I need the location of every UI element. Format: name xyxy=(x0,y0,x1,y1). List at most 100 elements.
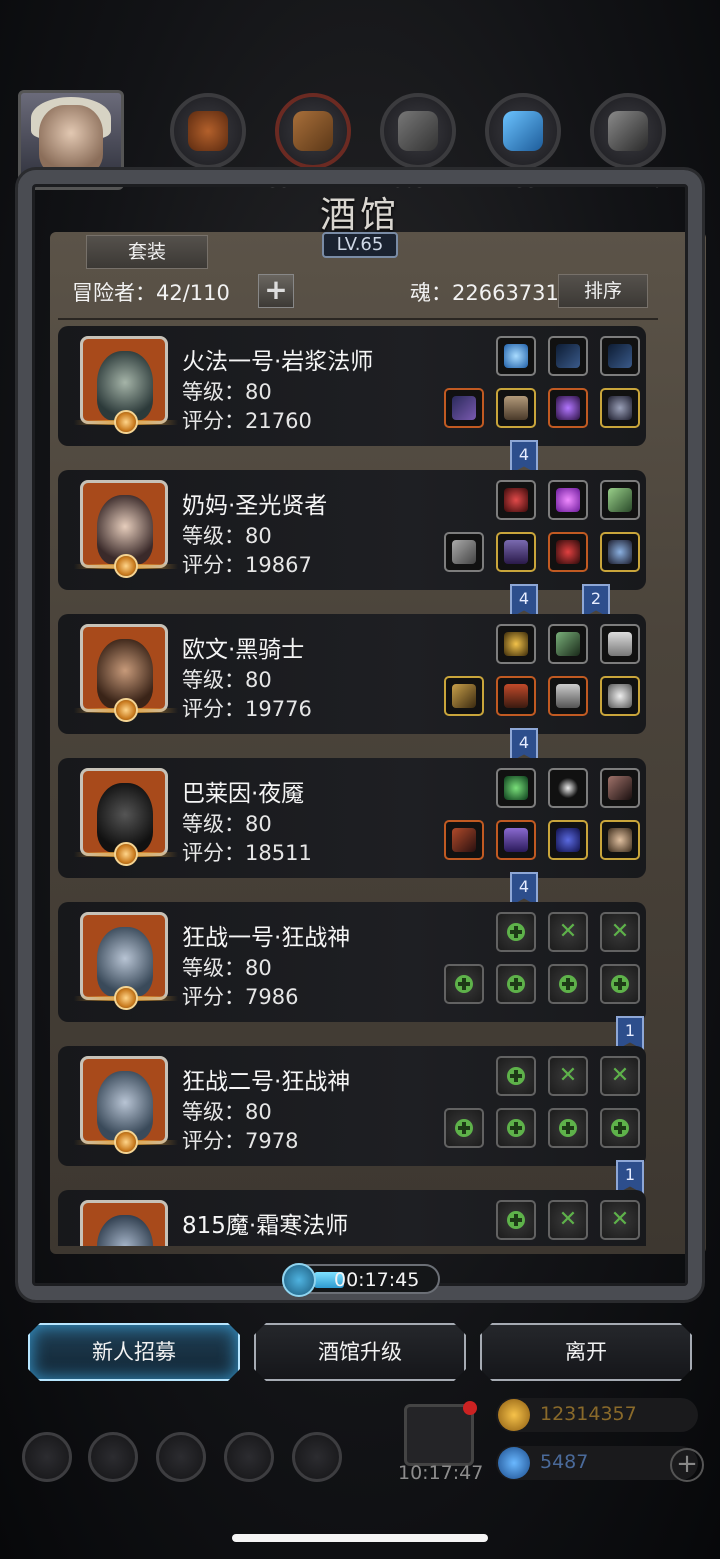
add-icon xyxy=(559,1119,577,1137)
empty-skill-slot[interactable]: ✕ xyxy=(600,912,640,952)
castle-icon[interactable] xyxy=(156,1432,206,1482)
add-icon: ✕ xyxy=(610,1207,630,1232)
crescent-skill-icon[interactable] xyxy=(548,768,588,808)
necklace-equip-icon[interactable] xyxy=(600,388,640,428)
recruit-timer: 00:17:45 xyxy=(282,1263,440,1297)
amulet-equip-icon[interactable] xyxy=(548,532,588,572)
empty-skill-slot[interactable] xyxy=(496,912,536,952)
mail-icon[interactable] xyxy=(224,1432,274,1482)
empty-skill-slot[interactable]: ✕ xyxy=(548,1200,588,1240)
necklace-equip-icon[interactable] xyxy=(600,532,640,572)
gift-icon[interactable] xyxy=(404,1401,477,1466)
empty-skill-slot[interactable] xyxy=(496,1200,536,1240)
hero-card[interactable]: 815魔·霜寒法师 ✕ ✕ xyxy=(58,1190,646,1246)
armor-equip-icon[interactable] xyxy=(496,820,536,860)
avatar-face xyxy=(39,105,103,175)
hero-level: 等级：80 xyxy=(182,380,272,404)
empty-accessory-slot[interactable] xyxy=(548,964,588,1004)
hero-card[interactable]: 狂战二号·狂战神 等级：80 评分：7978 ✕ ✕ xyxy=(58,1046,646,1166)
empty-skill-slot[interactable]: ✕ xyxy=(600,1056,640,1096)
helmet-equip-icon[interactable] xyxy=(548,676,588,716)
add-icon: ✕ xyxy=(558,919,578,944)
hero-card[interactable]: 狂战一号·狂战神 等级：80 评分：7986 ✕ ✕ xyxy=(58,902,646,1022)
add-slot-button[interactable]: + xyxy=(258,274,294,308)
gem-currency: 5487 xyxy=(496,1446,698,1480)
rune-skill-icon[interactable] xyxy=(496,768,536,808)
hero-card[interactable]: 巴莱因·夜魇 等级：80 评分：18511 xyxy=(58,758,646,878)
shield-icon[interactable] xyxy=(292,1432,342,1482)
timer-text: 00:17:45 xyxy=(334,1269,420,1291)
hero-list[interactable]: 火法一号·岩浆法师 等级：80 评分：21760 4 奶妈·圣光贤者 等级：80… xyxy=(58,326,658,1246)
home-indicator[interactable] xyxy=(232,1534,488,1542)
iron-icon[interactable] xyxy=(590,93,666,169)
upgrade-tavern-button[interactable]: 酒馆升级 xyxy=(254,1323,466,1381)
armor-equip-icon[interactable] xyxy=(496,676,536,716)
wood-icon[interactable] xyxy=(275,93,351,169)
set-button[interactable]: 套装 xyxy=(86,235,208,269)
hero-score: 评分：7986 xyxy=(182,985,299,1009)
hero-level: 等级：80 xyxy=(182,812,272,836)
empty-accessory-slot[interactable] xyxy=(600,1108,640,1148)
gold-currency: 12314357 xyxy=(496,1398,698,1432)
empty-accessory-slot[interactable] xyxy=(548,1108,588,1148)
gift-timer: 10:17:47 xyxy=(398,1462,484,1484)
hero-name: 巴莱因·夜魇 xyxy=(182,781,305,807)
add-icon: ✕ xyxy=(610,919,630,944)
armor-equip-icon[interactable] xyxy=(496,388,536,428)
skill-slot-icon[interactable] xyxy=(548,336,588,376)
leaf-skill-icon[interactable] xyxy=(600,480,640,520)
empty-accessory-slot[interactable] xyxy=(600,964,640,1004)
hero-card[interactable]: 火法一号·岩浆法师 等级：80 评分：21760 xyxy=(58,326,646,446)
add-icon xyxy=(455,1119,473,1137)
bracelet-equip-icon[interactable] xyxy=(548,820,588,860)
hammer-equip-icon[interactable] xyxy=(444,532,484,572)
meat-icon[interactable] xyxy=(170,93,246,169)
empty-skill-slot[interactable] xyxy=(496,1056,536,1096)
adventurer-count: 冒险者：42/110 xyxy=(72,281,230,305)
rank-emblem xyxy=(74,698,178,722)
empty-skill-slot[interactable]: ✕ xyxy=(548,1056,588,1096)
spear-equip-icon[interactable] xyxy=(444,820,484,860)
star-icon[interactable] xyxy=(88,1432,138,1482)
dagger-skill-icon[interactable] xyxy=(600,768,640,808)
scroll-skill-icon[interactable] xyxy=(600,624,640,664)
gold-coin-icon xyxy=(498,1399,530,1431)
bow-equip-icon[interactable] xyxy=(444,676,484,716)
flower-skill-icon[interactable] xyxy=(496,480,536,520)
claw-skill-icon[interactable] xyxy=(548,624,588,664)
hero-card[interactable]: 欧文·黑骑士 等级：80 评分：19776 xyxy=(58,614,646,734)
staff-equip-icon[interactable] xyxy=(444,388,484,428)
gem-skill-icon[interactable] xyxy=(548,480,588,520)
empty-weapon-slot[interactable] xyxy=(444,1108,484,1148)
settings-icon[interactable] xyxy=(22,1432,72,1482)
add-currency-button[interactable]: + xyxy=(670,1448,704,1482)
clock-icon xyxy=(282,1263,316,1297)
hero-name: 狂战二号·狂战神 xyxy=(182,1069,351,1095)
set-count-tag: 1 xyxy=(616,1160,644,1194)
hero-level: 等级：80 xyxy=(182,668,272,692)
ring-equip-icon[interactable] xyxy=(600,676,640,716)
add-icon xyxy=(611,1119,629,1137)
stone-icon[interactable] xyxy=(380,93,456,169)
empty-skill-slot[interactable]: ✕ xyxy=(600,1200,640,1240)
empty-skill-slot[interactable]: ✕ xyxy=(548,912,588,952)
hero-card[interactable]: 奶妈·圣光贤者 等级：80 评分：19867 xyxy=(58,470,646,590)
charm-equip-icon[interactable] xyxy=(600,820,640,860)
helm-skill-icon[interactable] xyxy=(496,624,536,664)
orb-skill-icon[interactable] xyxy=(496,336,536,376)
recruit-button[interactable]: 新人招募 xyxy=(28,1323,240,1381)
skill-slot-icon[interactable] xyxy=(600,336,640,376)
empty-armor-slot[interactable] xyxy=(496,1108,536,1148)
empty-armor-slot[interactable] xyxy=(496,964,536,1004)
empty-weapon-slot[interactable] xyxy=(444,964,484,1004)
amulet-equip-icon[interactable] xyxy=(548,388,588,428)
hero-score: 评分：19776 xyxy=(182,697,312,721)
robe-equip-icon[interactable] xyxy=(496,532,536,572)
add-icon: ✕ xyxy=(610,1063,630,1088)
crystal-icon[interactable] xyxy=(485,93,561,169)
add-icon xyxy=(507,1211,525,1229)
add-icon xyxy=(507,975,525,993)
sort-button[interactable]: 排序 xyxy=(558,274,648,308)
add-icon: ✕ xyxy=(558,1207,578,1232)
leave-button[interactable]: 离开 xyxy=(480,1323,692,1381)
